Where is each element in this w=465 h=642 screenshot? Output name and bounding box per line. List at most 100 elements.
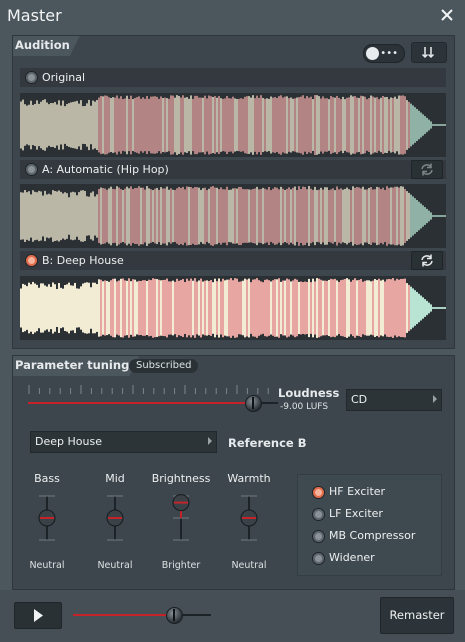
waveform-bar [332, 279, 334, 337]
waveform-bar [20, 101, 22, 149]
play-button[interactable] [14, 602, 62, 629]
waveform-bar [136, 97, 138, 153]
waveform-bar [138, 186, 140, 246]
mid-fader[interactable] [95, 492, 135, 544]
waveform-bar [210, 279, 212, 337]
waveform-bar [344, 188, 346, 244]
waveform-bar [94, 101, 96, 149]
waveform-bar [172, 189, 174, 243]
volume-slider-knob[interactable] [166, 607, 183, 624]
waveform-bar [98, 279, 100, 337]
waveform-bar [84, 105, 86, 145]
waveform-bar [48, 104, 50, 146]
waveform-bar [288, 187, 290, 245]
remaster-button[interactable]: Remaster [380, 597, 454, 634]
waveform-bar [422, 205, 424, 227]
waveform-bar [130, 95, 132, 155]
parameter-tuning-title: Parameter tuning [13, 356, 139, 376]
waveform-bar [120, 278, 122, 338]
track-original-header[interactable]: Original [20, 68, 446, 87]
waveform-bar [192, 188, 194, 244]
waveform-bar [334, 190, 336, 242]
lf-exciter-radio[interactable] [312, 508, 325, 521]
track-a-waveform[interactable] [20, 184, 446, 248]
refresh-icon [421, 163, 433, 176]
waveform-graphic [20, 186, 446, 246]
waveform-bar [438, 307, 440, 309]
sort-button[interactable] [411, 42, 447, 63]
track-a-radio[interactable] [25, 163, 38, 176]
waveform-bar [280, 95, 282, 155]
waveform-bar [244, 96, 246, 154]
waveform-bar [444, 307, 446, 309]
waveform-bar [60, 191, 62, 241]
waveform-bar [342, 189, 344, 243]
track-b-radio[interactable] [25, 254, 38, 267]
waveform-bar [392, 98, 394, 152]
bass-fader[interactable] [27, 492, 67, 544]
waveform-bar [214, 278, 216, 338]
waveform-bar [24, 104, 26, 146]
waveform-bar [174, 97, 176, 153]
waveform-bar [240, 281, 242, 335]
waveform-bar [278, 96, 280, 154]
format-dropdown[interactable]: CD [346, 389, 442, 411]
waveform-bar [60, 105, 62, 145]
waveform-bar [354, 278, 356, 338]
waveform-bar [408, 101, 410, 149]
waveform-bar [328, 99, 330, 151]
audition-toggle[interactable]: ••• [363, 44, 405, 63]
waveform-bar [332, 97, 334, 153]
genre-dropdown[interactable]: Deep House [30, 431, 217, 453]
waveform-bar [62, 193, 64, 239]
waveform-bar [244, 278, 246, 338]
loudness-slider-knob[interactable] [245, 395, 262, 412]
waveform-bar [194, 278, 196, 338]
waveform-bar [92, 191, 94, 241]
track-b-header[interactable]: B: Deep House [20, 251, 446, 270]
track-original-waveform[interactable] [20, 93, 446, 157]
waveform-bar [106, 280, 108, 336]
waveform-bar [400, 95, 402, 155]
waveform-bar [164, 188, 166, 244]
track-b-waveform[interactable] [20, 276, 446, 340]
waveform-bar [80, 100, 82, 150]
waveform-bar [266, 279, 268, 337]
waveform-bar [66, 193, 68, 239]
waveform-bar [58, 190, 60, 242]
waveform-bar [140, 98, 142, 152]
widener-radio[interactable] [312, 552, 325, 565]
waveform-bar [114, 97, 116, 153]
waveform-bar [434, 215, 436, 217]
track-a-header[interactable]: A: Automatic (Hip Hop) [20, 160, 446, 179]
waveform-bar [212, 96, 214, 154]
track-a-refresh-button[interactable] [411, 160, 443, 179]
track-b-refresh-button[interactable] [411, 251, 443, 270]
waveform-bar [88, 196, 90, 236]
waveform-bar [102, 188, 104, 244]
waveform-bar [440, 307, 442, 309]
waveform-bar [198, 187, 200, 245]
waveform-bar [96, 99, 98, 151]
waveform-bar [202, 97, 204, 153]
waveform-bar [142, 280, 144, 336]
waveform-bar [342, 279, 344, 337]
waveform-bar [94, 196, 96, 236]
close-icon[interactable] [439, 7, 455, 23]
waveform-bar [194, 95, 196, 155]
brightness-fader[interactable] [161, 492, 201, 544]
subscribed-badge: Subscribed [129, 359, 199, 373]
waveform-bar [360, 188, 362, 244]
waveform-bar [138, 280, 140, 336]
waveform-bar [62, 288, 64, 328]
waveform-bar [68, 197, 70, 235]
waveform-bar [20, 288, 22, 328]
hf-exciter-radio[interactable] [312, 486, 325, 499]
track-original-radio[interactable] [25, 71, 38, 84]
waveform-bar [122, 190, 124, 242]
waveform-bar [366, 99, 368, 151]
title-bar: Master [0, 0, 465, 32]
waveform-bar [442, 124, 444, 126]
warmth-fader[interactable] [229, 492, 269, 544]
mb-compressor-radio[interactable] [312, 530, 325, 543]
